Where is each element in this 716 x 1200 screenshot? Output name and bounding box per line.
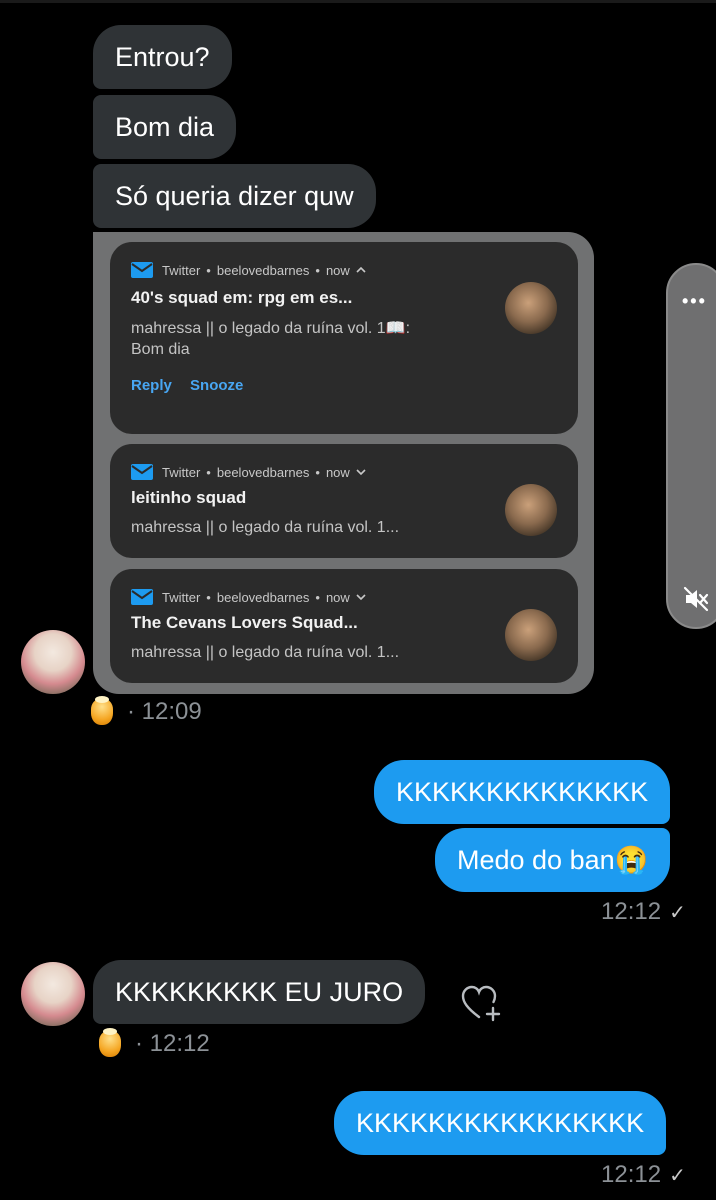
message-bubble-incoming[interactable]: Bom dia [93, 95, 237, 159]
chevron-down-icon [356, 469, 366, 476]
message-bubble-outgoing[interactable]: KKKKKKKKKKKKKK [374, 760, 671, 824]
message-text: Medo do ban😭 [457, 845, 649, 875]
message-text: KKKKKKKKKKKKKK [396, 777, 649, 807]
message-text: KKKKKKKKK EU JURO [115, 977, 404, 1007]
notification-avatar [505, 484, 557, 536]
notification-avatar [505, 609, 557, 661]
separator-dot: • [315, 464, 320, 480]
notification-title: leitinho squad [131, 488, 247, 507]
notification-header: Twitter • beelovedbarnes • now [131, 464, 366, 480]
notification-app: Twitter [162, 464, 201, 480]
message-bubble-outgoing[interactable]: Medo do ban😭 [435, 828, 671, 892]
message-timestamp: 12:12 [601, 1161, 662, 1188]
notification-account: beelovedbarnes [216, 262, 310, 278]
sent-check-icon: ✓ [669, 1165, 686, 1187]
message-meta: · 12:12 [99, 1028, 210, 1058]
notification-app: Twitter [162, 262, 201, 278]
notification-body: Bom dia [131, 341, 190, 358]
notification-card: Twitter • beelovedbarnes • now 40's squa… [110, 242, 578, 434]
separator-dot: • [206, 589, 211, 605]
mail-icon [131, 464, 153, 480]
sender-avatar[interactable] [21, 630, 85, 694]
message-status: 12:12 ✓ [601, 898, 686, 926]
notification-account: beelovedbarnes [216, 589, 310, 605]
notification-account: beelovedbarnes [216, 464, 310, 480]
notification-time: now [325, 589, 350, 605]
notification-body: mahressa || o legado da ruína vol. 1... [131, 644, 400, 661]
notification-actions: Reply Snooze [131, 377, 257, 394]
message-text: Só queria dizer quw [115, 181, 354, 211]
message-status: 12:12 ✓ [601, 1161, 686, 1189]
message-timestamp: · 12:12 [135, 1030, 210, 1057]
message-bubble-outgoing[interactable]: KKKKKKKKKKKKKKKK [334, 1091, 667, 1155]
top-divider [0, 0, 716, 3]
notification-header: Twitter • beelovedbarnes • now [131, 589, 366, 605]
notification-time: now [325, 262, 350, 278]
notification-header: Twitter • beelovedbarnes • now [131, 262, 366, 278]
notification-avatar [505, 282, 557, 334]
notification-app: Twitter [162, 589, 201, 605]
message-bubble-incoming[interactable]: KKKKKKKKK EU JURO [93, 960, 426, 1024]
notification-body: mahressa || o legado da ruína vol. 1... [131, 519, 400, 536]
more-options-icon[interactable]: ••• [682, 291, 707, 312]
chevron-up-icon [356, 266, 366, 273]
message-timestamp: · 12:09 [127, 698, 202, 725]
message-bubble-incoming[interactable]: Só queria dizer quw [93, 164, 376, 228]
message-meta: · 12:09 [91, 696, 202, 726]
separator-dot: • [315, 589, 320, 605]
notification-card: Twitter • beelovedbarnes • now leitinho … [110, 444, 578, 558]
message-bubble-incoming[interactable]: Entrou? [93, 25, 232, 89]
snooze-action: Snooze [190, 377, 244, 394]
honey-pot-icon [91, 696, 113, 725]
message-text: Entrou? [115, 42, 210, 72]
sent-check-icon: ✓ [669, 902, 686, 924]
mail-icon [131, 262, 153, 278]
message-timestamp: 12:12 [601, 898, 662, 925]
notification-title: 40's squad em: rpg em es... [131, 288, 353, 307]
notification-title: The Cevans Lovers Squad... [131, 613, 358, 632]
volume-mute-icon[interactable] [682, 585, 710, 613]
shared-image[interactable]: Twitter • beelovedbarnes • now 40's squa… [93, 232, 594, 694]
heart-plus-icon[interactable] [461, 984, 503, 1024]
notification-body: mahressa || o legado da ruína vol. 1📖: [131, 320, 411, 337]
chevron-down-icon [356, 594, 366, 601]
volume-panel[interactable]: ••• [666, 263, 716, 629]
mail-icon [131, 589, 153, 605]
reply-action: Reply [131, 377, 172, 394]
notification-time: now [325, 464, 350, 480]
honey-pot-icon [99, 1028, 121, 1057]
sender-avatar[interactable] [21, 962, 85, 1026]
message-text: KKKKKKKKKKKKKKKK [356, 1108, 645, 1138]
separator-dot: • [206, 262, 211, 278]
notification-card: Twitter • beelovedbarnes • now The Cevan… [110, 569, 578, 683]
message-text: Bom dia [115, 112, 215, 142]
separator-dot: • [206, 464, 211, 480]
separator-dot: • [315, 262, 320, 278]
